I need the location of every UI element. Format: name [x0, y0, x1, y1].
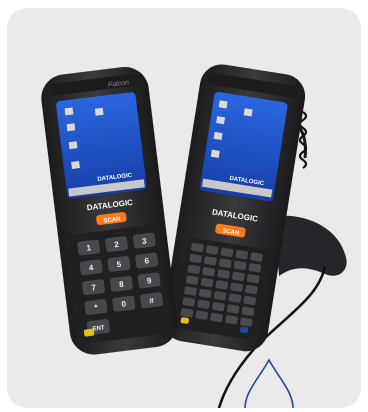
left-device: Falcon DATALOGIC DATALOGIC SCAN 1 2 34 5 67 8… [41, 66, 178, 355]
product-photo: DATALOGIC DATALOGIC SCAN Falcon DATALOGI… [41, 64, 347, 408]
product-card: DATALOGIC DATALOGIC SCAN Falcon DATALOGI… [7, 8, 361, 408]
drop-outline-icon [244, 358, 294, 408]
right-device: DATALOGIC DATALOGIC SCAN [162, 64, 306, 352]
